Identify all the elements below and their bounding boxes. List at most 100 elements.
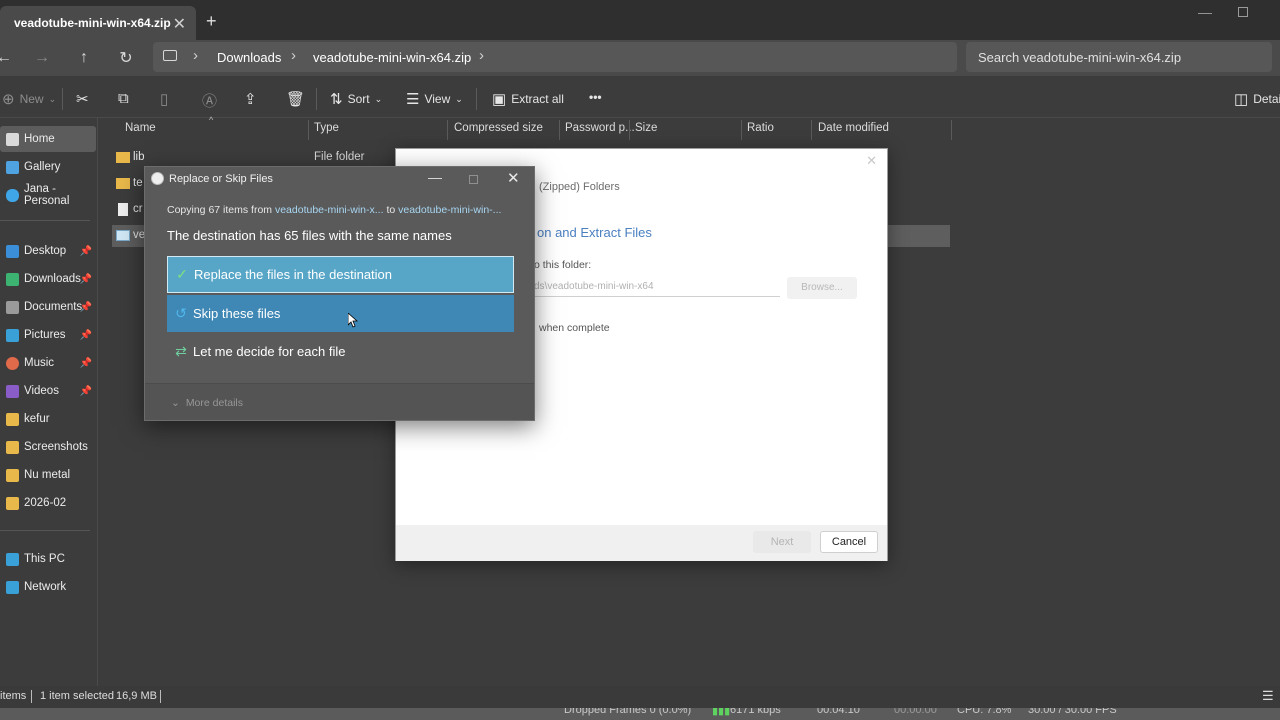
paste-button[interactable]: ▯ — [160, 90, 168, 108]
column-header-ratio[interactable]: Ratio — [747, 122, 774, 140]
tab-zip[interactable]: veadotube-mini-win-x64.zip ✕ — [0, 6, 196, 40]
sidebar-item-onedrive[interactable]: Jana - Personal — [0, 182, 96, 208]
up-button[interactable]: ↑ — [72, 46, 96, 70]
pin-icon[interactable]: 📌 — [80, 302, 92, 313]
column-header-size[interactable]: Size — [635, 122, 657, 140]
column-header-type[interactable]: Type — [314, 122, 339, 140]
fps: 30.00 / 30.00 FPS — [1028, 708, 1117, 716]
maximize-button[interactable] — [469, 175, 478, 184]
column-divider[interactable] — [308, 120, 309, 140]
close-button[interactable]: ✕ — [507, 169, 520, 187]
breadcrumb-downloads[interactable]: Downloads — [217, 50, 281, 65]
details-pane-button[interactable]: ◫ Detai — [1234, 90, 1280, 108]
browse-button[interactable]: Browse... — [787, 277, 857, 299]
tab-close-icon[interactable]: ✕ — [173, 14, 186, 34]
replace-or-skip-dialog: Replace or Skip Files — ✕ Copying 67 ite… — [144, 166, 535, 421]
next-button[interactable]: Next — [753, 531, 811, 553]
refresh-button[interactable]: ↻ — [114, 46, 138, 70]
record-time: 00:00:00 — [894, 708, 937, 716]
column-divider[interactable] — [447, 120, 448, 140]
extract-all-button[interactable]: ▣ Extract all — [492, 90, 564, 108]
music-icon — [6, 356, 19, 370]
command-bar: ⊕ New ⌄ ✂ ⧉ ▯ Ⓐ ⇪ 🗑 ⇅ Sort ⌄ ☰ View ⌄ ▣ Extract… — [0, 80, 1280, 118]
sidebar-item-gallery[interactable]: Gallery — [0, 154, 96, 180]
sidebar-item-2026-02[interactable]: 2026-02 — [0, 490, 96, 516]
destination-path-input[interactable]: ds\veadotube-mini-win-x64 — [534, 277, 780, 297]
sidebar-item-documents[interactable]: Documents 📌 — [0, 294, 96, 320]
skip-arrow-icon: ↺ — [175, 305, 187, 321]
sidebar-item-downloads[interactable]: Downloads 📌 — [0, 266, 96, 292]
copy-icon: ⧉ — [118, 90, 129, 107]
pin-icon[interactable]: 📌 — [80, 330, 92, 341]
cut-button[interactable]: ✂ — [76, 90, 89, 108]
pin-icon[interactable]: 📌 — [80, 246, 92, 257]
details-icon: ◫ — [1234, 91, 1249, 108]
more-details-button[interactable]: ⌄ More details — [171, 397, 243, 409]
back-button[interactable]: ← — [0, 46, 16, 70]
window-minimize-button[interactable]: — — [1198, 4, 1212, 20]
show-files-checkbox-label[interactable]: when complete — [539, 322, 610, 334]
skip-files-option[interactable]: ↺ Skip these files — [167, 295, 514, 332]
dialog-title: Replace or Skip Files — [169, 173, 273, 185]
sidebar-item-label: Desktop — [24, 245, 67, 257]
destination-link[interactable]: veadotube-mini-win-... — [398, 204, 501, 216]
column-header-compressed-size[interactable]: Compressed size — [454, 122, 543, 140]
sidebar-item-music[interactable]: Music 📌 — [0, 350, 96, 376]
address-bar[interactable]: › Downloads › veadotube-mini-win-x64.zip… — [153, 42, 957, 72]
source-link[interactable]: veadotube-mini-win-x... — [275, 204, 384, 216]
sidebar-item-videos[interactable]: Videos 📌 — [0, 378, 96, 404]
sidebar-item-home[interactable]: Home — [0, 126, 96, 152]
sidebar-item-this-pc[interactable]: This PC — [0, 546, 96, 572]
sidebar-item-kefur[interactable]: kefur — [0, 406, 96, 432]
sidebar-item-desktop[interactable]: Desktop 📌 — [0, 238, 96, 264]
sidebar-item-screenshots[interactable]: Screenshots — [0, 434, 96, 460]
share-button[interactable]: ⇪ — [244, 90, 257, 108]
sidebar-item-label: Downloads — [24, 273, 81, 285]
view-label: View — [424, 92, 451, 106]
column-header-name[interactable]: Name — [125, 122, 156, 140]
breadcrumb-separator[interactable]: › — [479, 47, 484, 64]
window-maximize-button[interactable] — [1238, 7, 1248, 17]
folder-icon — [116, 152, 130, 163]
replace-files-option[interactable]: ✓ Replace the files in the destination — [167, 256, 514, 293]
breadcrumb-separator: › — [193, 47, 198, 64]
dialog-titlebar[interactable]: Replace or Skip Files — ✕ — [145, 167, 534, 191]
sidebar-item-nu-metal[interactable]: Nu metal — [0, 462, 96, 488]
column-divider[interactable] — [951, 120, 952, 140]
close-icon[interactable]: ✕ — [866, 153, 877, 169]
column-header-date-modified[interactable]: Date modified — [818, 122, 889, 140]
column-header-password[interactable]: Password p... — [565, 122, 635, 140]
sidebar-item-pictures[interactable]: Pictures 📌 — [0, 322, 96, 348]
separator — [31, 690, 32, 703]
breadcrumb-zip[interactable]: veadotube-mini-win-x64.zip — [313, 50, 471, 65]
copy-button[interactable]: ⧉ — [118, 90, 129, 107]
new-button[interactable]: ⊕ New ⌄ — [2, 90, 56, 108]
decide-each-file-option[interactable]: ⇄ Let me decide for each file — [167, 333, 514, 370]
file-name: lib — [133, 151, 145, 163]
column-divider[interactable] — [741, 120, 742, 140]
new-tab-button[interactable]: + — [206, 11, 217, 32]
column-divider[interactable] — [629, 120, 630, 140]
delete-button[interactable]: 🗑 — [286, 90, 305, 108]
sidebar-item-network[interactable]: Network — [0, 574, 96, 600]
details-view-icon[interactable]: ☰ — [1262, 688, 1274, 704]
rename-button[interactable]: Ⓐ — [202, 90, 217, 111]
navigation-pane: Home Gallery Jana - Personal Desktop 📌 Do… — [0, 118, 98, 686]
pin-icon[interactable]: 📌 — [80, 386, 92, 397]
gallery-icon — [6, 160, 19, 174]
sidebar-item-label: kefur — [24, 413, 50, 425]
forward-button[interactable]: → — [30, 46, 54, 70]
column-divider[interactable] — [559, 120, 560, 140]
more-options-button[interactable]: ••• — [589, 90, 602, 104]
cancel-button[interactable]: Cancel — [820, 531, 878, 553]
pin-icon[interactable]: 📌 — [80, 274, 92, 285]
new-label: New — [19, 92, 44, 106]
pin-icon[interactable]: 📌 — [80, 358, 92, 369]
sort-button[interactable]: ⇅ Sort ⌄ — [330, 90, 382, 108]
home-icon — [6, 132, 19, 146]
documents-icon — [6, 300, 19, 314]
search-input[interactable]: Search veadotube-mini-win-x64.zip — [966, 42, 1272, 72]
minimize-button[interactable]: — — [428, 169, 442, 185]
view-button[interactable]: ☰ View ⌄ — [406, 90, 463, 108]
column-divider[interactable] — [811, 120, 812, 140]
